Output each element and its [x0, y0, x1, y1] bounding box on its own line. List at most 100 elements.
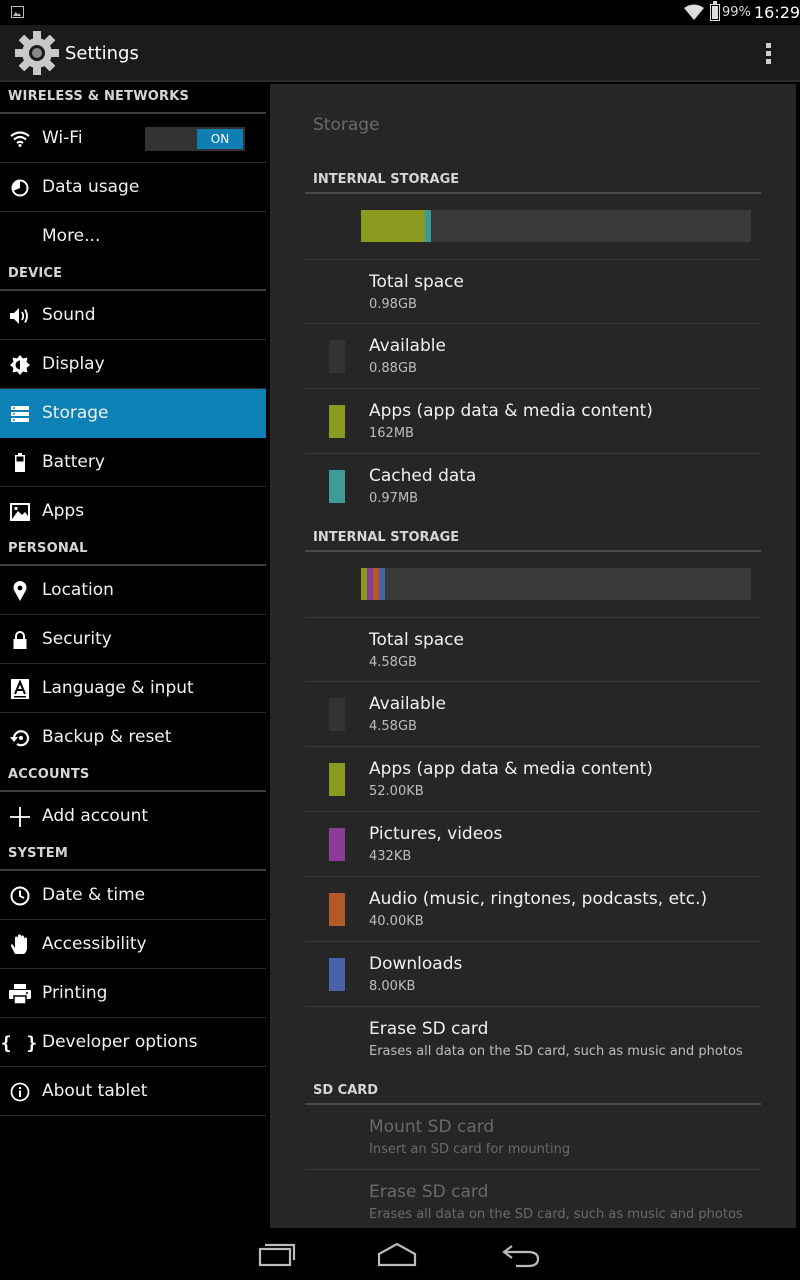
braces-icon: { } — [0, 1032, 40, 1054]
storage-row-apps-2[interactable]: Apps (app data & media content) 52.00KB — [305, 747, 761, 812]
usage-segment-apps — [361, 210, 425, 242]
row-title: Audio (music, ringtones, podcasts, etc.) — [369, 889, 708, 909]
storage-icon — [9, 403, 31, 425]
printer-icon — [9, 983, 31, 1005]
sidebar-item-language[interactable]: Language & input — [0, 664, 266, 713]
sidebar-item-wifi[interactable]: Wi-Fi ON — [0, 114, 266, 163]
storage-row-available-2[interactable]: Available 4.58GB — [305, 682, 761, 747]
row-title: Total space — [369, 630, 464, 650]
color-swatch-audio — [329, 893, 345, 926]
wifi-toggle[interactable]: ON — [145, 127, 245, 151]
row-title: Available — [369, 336, 446, 356]
storage-row-total-2: Total space 4.58GB — [305, 617, 761, 682]
back-icon[interactable] — [500, 1238, 544, 1270]
sidebar-item-storage[interactable]: Storage — [0, 389, 266, 438]
sidebar-item-accessibility[interactable]: Accessibility — [0, 920, 266, 969]
erase-sd-card-button[interactable]: Erase SD card Erases all data on the SD … — [305, 1007, 761, 1072]
color-swatch-available — [329, 340, 345, 373]
section-header-device: DEVICE — [0, 261, 266, 291]
row-title: Available — [369, 694, 446, 714]
wifi-signal-icon — [684, 4, 704, 20]
wifi-icon — [9, 128, 31, 150]
sidebar-item-printing[interactable]: Printing — [0, 969, 266, 1018]
home-icon[interactable] — [375, 1238, 419, 1270]
action-bar: Settings — [0, 25, 800, 82]
data-usage-icon — [9, 177, 31, 199]
sidebar-item-date-time[interactable]: Date & time — [0, 871, 266, 920]
sidebar-item-label: Storage — [42, 403, 109, 423]
sidebar-item-location[interactable]: Location — [0, 566, 266, 615]
lock-icon — [9, 629, 31, 651]
usage-segment-cached — [425, 210, 431, 242]
sidebar-item-label: Sound — [42, 305, 96, 325]
sidebar-item-sound[interactable]: Sound — [0, 291, 266, 340]
storage-row-cached[interactable]: Cached data 0.97MB — [305, 454, 761, 519]
color-swatch-downloads — [329, 958, 345, 991]
sidebar-item-label: Data usage — [42, 177, 140, 197]
sidebar-item-label: Location — [42, 580, 114, 600]
sidebar-item-more[interactable]: More... — [0, 212, 266, 261]
sidebar-item-label: Printing — [42, 983, 108, 1003]
row-value: 4.58GB — [369, 719, 417, 734]
settings-gear-icon[interactable] — [14, 30, 60, 76]
color-swatch-pictures — [329, 828, 345, 861]
row-value: 432KB — [369, 849, 412, 864]
row-title: Mount SD card — [369, 1117, 495, 1137]
storage-row-pictures[interactable]: Pictures, videos 432KB — [305, 812, 761, 877]
sidebar-item-about-tablet[interactable]: About tablet — [0, 1067, 266, 1116]
clock: 16:29 — [754, 3, 800, 22]
storage-row-audio[interactable]: Audio (music, ringtones, podcasts, etc.)… — [305, 877, 761, 942]
overflow-menu-icon[interactable] — [759, 41, 777, 67]
row-description: Erases all data on the SD card, such as … — [369, 1044, 743, 1059]
row-title: Apps (app data & media content) — [369, 401, 653, 421]
recent-apps-icon[interactable] — [255, 1238, 299, 1270]
sidebar-item-developer-options[interactable]: { } Developer options — [0, 1018, 266, 1067]
row-value: 8.00KB — [369, 979, 416, 994]
storage-usage-bar-2 — [361, 568, 751, 600]
storage-row-downloads[interactable]: Downloads 8.00KB — [305, 942, 761, 1007]
sidebar-item-label: Developer options — [42, 1032, 198, 1052]
sidebar-item-security[interactable]: Security — [0, 615, 266, 664]
section-header-accounts: ACCOUNTS — [0, 762, 266, 792]
storage-usage-bar — [361, 210, 751, 242]
sidebar-item-label: More... — [42, 226, 101, 246]
section-header-system: SYSTEM — [0, 841, 266, 871]
sidebar-item-add-account[interactable]: Add account — [0, 792, 266, 841]
plus-icon — [9, 806, 31, 828]
row-description: Insert an SD card for mounting — [369, 1142, 571, 1157]
color-swatch-apps — [329, 405, 345, 438]
keyboard-a-icon — [9, 678, 31, 700]
app-title: Settings — [65, 43, 139, 64]
sidebar-item-label: Wi-Fi — [42, 128, 83, 148]
sidebar-item-display[interactable]: Display — [0, 340, 266, 389]
settings-sidebar: WIRELESS & NETWORKS Wi-Fi ON Data usage … — [0, 84, 266, 1228]
clock-icon — [9, 885, 31, 907]
sidebar-item-label: Display — [42, 354, 105, 374]
brightness-icon — [9, 354, 31, 376]
erase-sd-card-button-disabled[interactable]: Erase SD card Erases all data on the SD … — [305, 1170, 761, 1235]
apps-icon — [9, 501, 31, 523]
sidebar-item-label: Battery — [42, 452, 105, 472]
section-header-internal-storage: INTERNAL STORAGE — [305, 164, 761, 194]
sidebar-item-backup[interactable]: Backup & reset — [0, 713, 266, 762]
color-swatch-apps — [329, 763, 345, 796]
row-value: 0.88GB — [369, 361, 417, 376]
sidebar-item-data-usage[interactable]: Data usage — [0, 163, 266, 212]
storage-row-available[interactable]: Available 0.88GB — [305, 324, 761, 389]
battery-percent: 99% — [722, 5, 751, 20]
row-title: Total space — [369, 272, 464, 292]
section-header-personal: PERSONAL — [0, 536, 266, 566]
sidebar-item-battery[interactable]: Battery — [0, 438, 266, 487]
sidebar-item-label: About tablet — [42, 1081, 148, 1101]
storage-row-apps[interactable]: Apps (app data & media content) 162MB — [305, 389, 761, 454]
row-title: Downloads — [369, 954, 463, 974]
mount-sd-card-button[interactable]: Mount SD card Insert an SD card for moun… — [305, 1105, 761, 1170]
row-value: 52.00KB — [369, 784, 424, 799]
sidebar-item-label: Add account — [42, 806, 149, 826]
sidebar-item-apps[interactable]: Apps — [0, 487, 266, 536]
hand-icon — [9, 934, 31, 956]
row-title: Erase SD card — [369, 1019, 489, 1039]
battery-icon — [9, 452, 31, 474]
location-pin-icon — [9, 580, 31, 602]
row-value: 4.58GB — [369, 655, 417, 670]
